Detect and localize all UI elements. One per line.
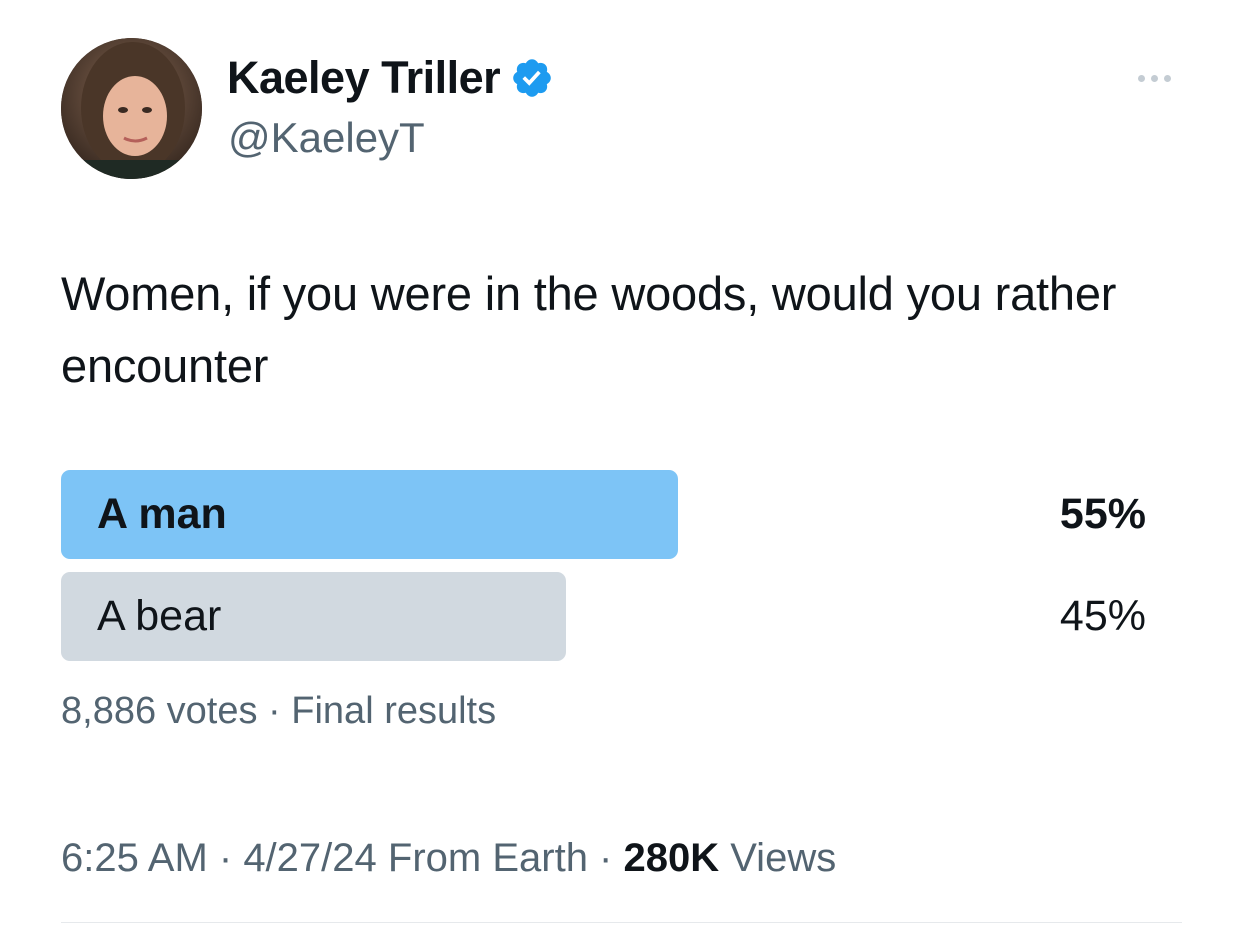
divider xyxy=(61,922,1182,923)
poll-option-a-man: A man 55% xyxy=(61,470,1146,559)
tweet-text: Women, if you were in the woods, would y… xyxy=(61,267,1117,392)
more-options-icon xyxy=(1137,74,1145,82)
poll-summary: 8,886 votes · Final results xyxy=(61,688,496,734)
poll-status: Final results xyxy=(291,690,497,732)
tweet-date[interactable]: 4/27/24 xyxy=(243,836,376,880)
poll-votes-count: 8,886 votes xyxy=(61,690,258,732)
poll-option-a-bear: A bear 45% xyxy=(61,572,1146,661)
avatar-photo xyxy=(61,38,202,179)
separator-dot: · xyxy=(257,690,292,732)
more-options-button[interactable] xyxy=(1124,60,1184,96)
more-options-icon-dot xyxy=(1150,74,1158,82)
author-name-row[interactable]: Kaeley Triller xyxy=(227,52,554,104)
tweet-time[interactable]: 6:25 AM xyxy=(61,836,208,880)
verified-badge-icon xyxy=(513,59,551,97)
avatar[interactable] xyxy=(61,38,202,179)
separator-dot: · xyxy=(207,836,244,880)
poll-option-label: A man xyxy=(97,490,227,538)
poll-option-percent: 55% xyxy=(1059,490,1146,538)
separator-dot: · xyxy=(587,836,624,880)
tweet-source: From Earth xyxy=(376,836,588,880)
tweet-metadata: 6:25 AM · 4/27/24 From Earth · 280K View… xyxy=(61,834,836,882)
views-label: Views xyxy=(719,836,837,880)
poll-option-percent: 45% xyxy=(1059,592,1146,640)
more-options-icon-dot xyxy=(1163,74,1171,82)
author-handle[interactable]: @KaeleyT xyxy=(228,113,425,163)
author-display-name[interactable]: Kaeley Triller xyxy=(227,52,501,104)
poll-option-label: A bear xyxy=(97,592,222,640)
views-count[interactable]: 280K xyxy=(623,836,719,880)
